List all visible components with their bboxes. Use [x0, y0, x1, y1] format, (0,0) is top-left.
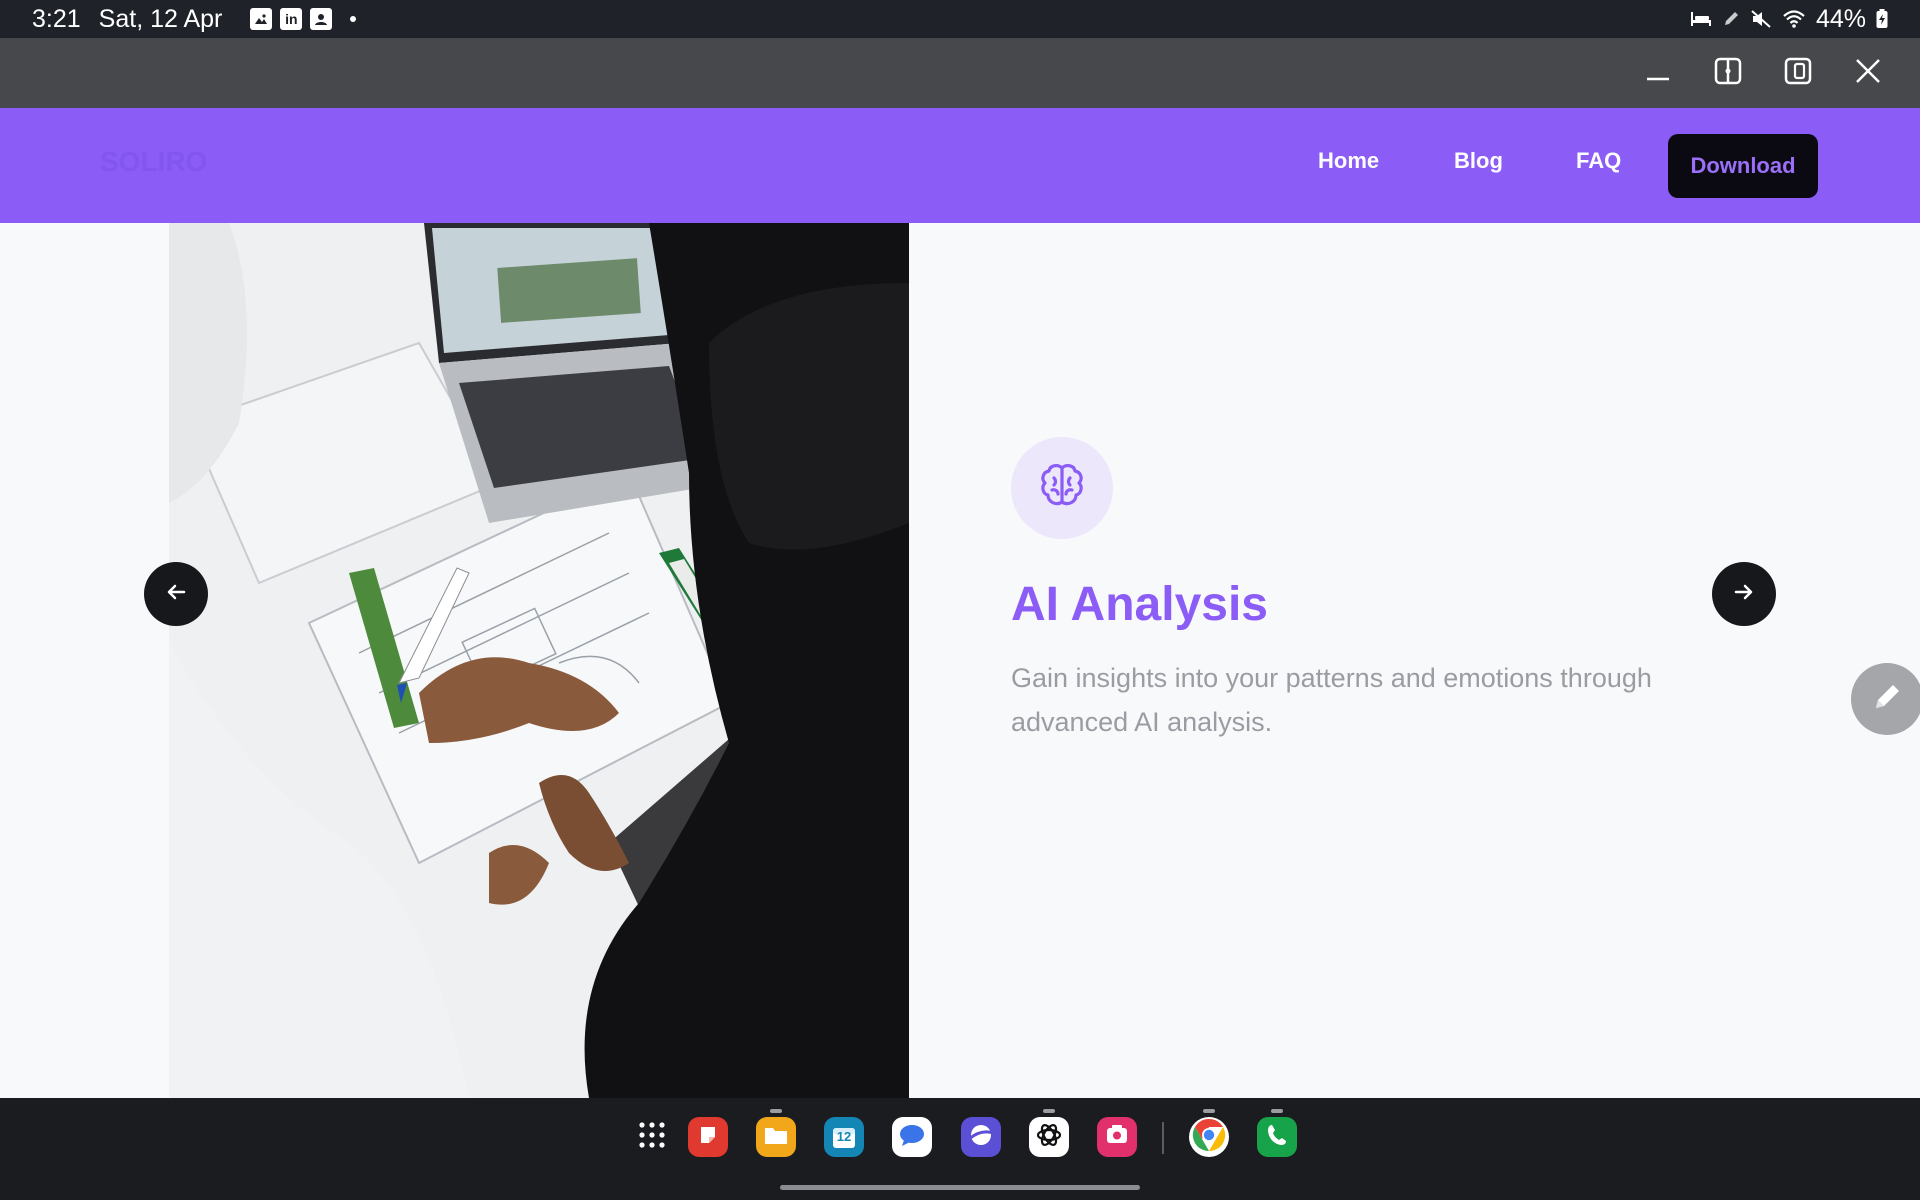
site-navbar: SOLIRO Home Blog FAQ Download — [0, 108, 1920, 223]
feature-description: Gain insights into your patterns and emo… — [1011, 663, 1652, 737]
running-indicator — [1043, 1109, 1055, 1113]
linkedin-icon: in — [280, 8, 303, 30]
feature-carousel: AI Analysis Gain insights into your patt… — [0, 223, 1920, 1098]
close-window-button[interactable] — [1850, 55, 1886, 91]
brain-icon — [1036, 460, 1088, 517]
pop-up-view-icon — [1783, 56, 1813, 91]
calendar-day: 12 — [836, 1129, 852, 1144]
screen-recorder-icon — [1104, 1122, 1130, 1153]
feature-photo — [169, 223, 909, 1098]
mute-icon — [1750, 9, 1772, 29]
running-indicator — [1203, 1109, 1215, 1113]
screen-recorder-app[interactable] — [1097, 1117, 1137, 1157]
site-logo[interactable]: SOLIRO — [100, 146, 207, 178]
running-indicator — [770, 1109, 782, 1113]
nav-home-link[interactable]: Home — [1318, 148, 1379, 174]
running-indicator — [1271, 1109, 1283, 1113]
arrow-left-icon — [164, 580, 188, 609]
status-left: 3:21 Sat, 12 Apr in — [32, 4, 357, 34]
feature-icon-container — [1011, 437, 1113, 539]
bed-icon — [1690, 10, 1712, 28]
more-notifications-dot — [350, 16, 357, 22]
messages-icon — [898, 1123, 926, 1152]
image-icon — [250, 8, 273, 30]
next-slide-button[interactable] — [1712, 562, 1776, 626]
nav-faq-link[interactable]: FAQ — [1576, 148, 1621, 174]
arrow-right-icon — [1732, 580, 1756, 609]
phone-icon — [1265, 1122, 1289, 1153]
phone-app[interactable] — [1257, 1117, 1297, 1157]
minimize-icon — [1644, 57, 1672, 90]
battery-level: 44% — [1815, 4, 1866, 33]
nav-blog-link[interactable]: Blog — [1454, 148, 1503, 174]
chatgpt-app[interactable] — [1029, 1117, 1069, 1157]
notification-icons: in — [250, 8, 357, 30]
split-view-icon — [1713, 56, 1743, 91]
edit-floating-button[interactable] — [1851, 663, 1920, 735]
messages-app[interactable] — [892, 1117, 932, 1157]
window-caption-bar — [0, 38, 1920, 108]
samsung-internet-app[interactable] — [961, 1117, 1001, 1157]
my-files-app[interactable] — [756, 1117, 796, 1157]
wifi-icon — [1782, 9, 1806, 29]
taskbar: 12 — [0, 1098, 1920, 1200]
home-gesture-bar[interactable] — [780, 1185, 1140, 1190]
pencil-icon — [1870, 680, 1904, 719]
apps-grid-icon — [637, 1120, 667, 1155]
calendar-app[interactable]: 12 — [824, 1117, 864, 1157]
chrome-icon — [1191, 1117, 1227, 1158]
minimize-button[interactable] — [1640, 55, 1676, 91]
contacts-icon — [310, 8, 333, 30]
dock-separator — [1162, 1122, 1164, 1154]
samsung-internet-icon — [967, 1121, 995, 1154]
chatgpt-icon — [1035, 1121, 1063, 1154]
pen-icon — [1722, 10, 1740, 28]
samsung-notes-app[interactable] — [688, 1117, 728, 1157]
my-files-icon — [763, 1124, 789, 1151]
date: Sat, 12 Apr — [98, 4, 223, 33]
split-view-button[interactable] — [1710, 55, 1746, 91]
feature-title: AI Analysis — [1011, 578, 1268, 631]
system-status-bar: 3:21 Sat, 12 Apr in 44% — [0, 0, 1920, 38]
close-icon — [1853, 56, 1883, 91]
download-button[interactable]: Download — [1668, 134, 1818, 198]
status-right: 44% — [1690, 5, 1888, 34]
battery-charging-icon — [1876, 9, 1888, 29]
apps-grid-button[interactable] — [632, 1117, 672, 1157]
samsung-notes-icon — [696, 1123, 720, 1152]
chrome-app[interactable] — [1189, 1117, 1229, 1157]
clock: 3:21 — [32, 4, 81, 33]
previous-slide-button[interactable] — [144, 562, 208, 626]
pop-up-view-button[interactable] — [1780, 55, 1816, 91]
